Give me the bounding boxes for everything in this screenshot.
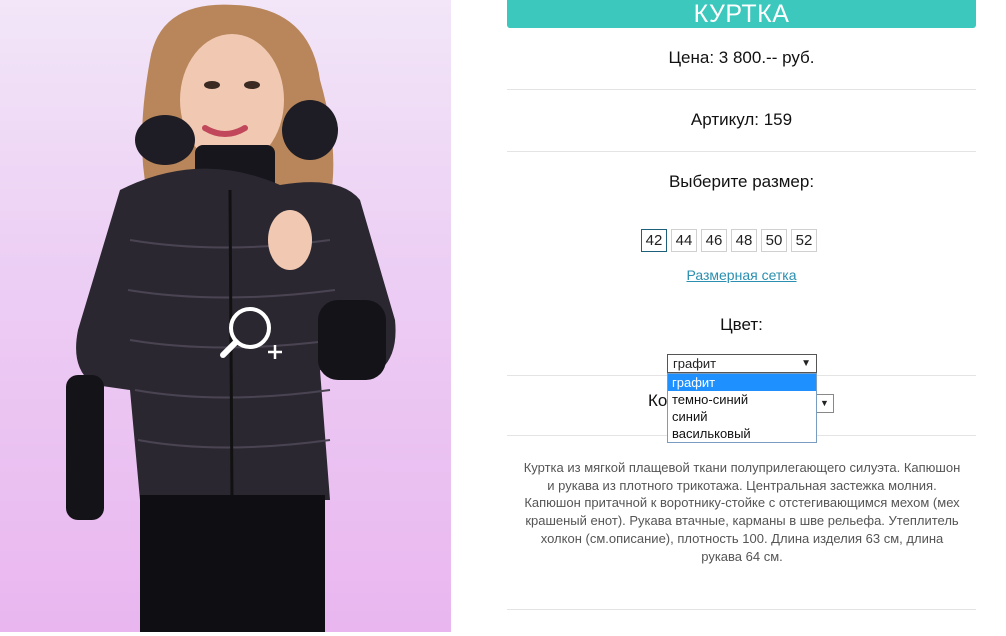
zoom-in-icon[interactable] [218, 304, 288, 364]
size-option-42[interactable]: 42 [641, 229, 667, 252]
color-option-blue[interactable]: синий [668, 408, 816, 425]
size-option-44[interactable]: 44 [671, 229, 697, 252]
size-option-46[interactable]: 46 [701, 229, 727, 252]
product-title: КУРТКА [507, 0, 976, 28]
color-select[interactable]: графит ▼ [667, 354, 817, 373]
chevron-down-icon: ▼ [820, 398, 829, 408]
color-option-cornflower[interactable]: васильковый [668, 425, 816, 442]
color-label: Цвет: [720, 315, 763, 334]
quantity-label: Ко [648, 391, 668, 410]
size-option-48[interactable]: 48 [731, 229, 757, 252]
divider [507, 151, 976, 152]
divider [507, 89, 976, 90]
product-photo[interactable] [0, 0, 451, 632]
chevron-down-icon: ▼ [801, 358, 811, 369]
size-option-50[interactable]: 50 [761, 229, 787, 252]
divider [507, 609, 976, 610]
color-option-grafit[interactable]: графит [668, 374, 816, 391]
size-option-52[interactable]: 52 [791, 229, 817, 252]
product-description: Куртка из мягкой плащевой ткани полуприл… [523, 460, 961, 564]
color-option-dark-blue[interactable]: темно-синий [668, 391, 816, 408]
color-dropdown-list: графит темно-синий синий васильковый [667, 373, 817, 443]
size-prompt: Выберите размер: [668, 172, 815, 191]
size-chart-link[interactable]: Размерная сетка [507, 267, 976, 283]
color-select-value: графит [673, 356, 717, 371]
product-article: Артикул: 159 [690, 110, 793, 129]
product-price: Цена: 3 800.-- руб. [668, 48, 815, 67]
quantity-select[interactable]: ▼ [816, 394, 834, 413]
size-selector: 42 44 46 48 50 52 [641, 229, 817, 252]
